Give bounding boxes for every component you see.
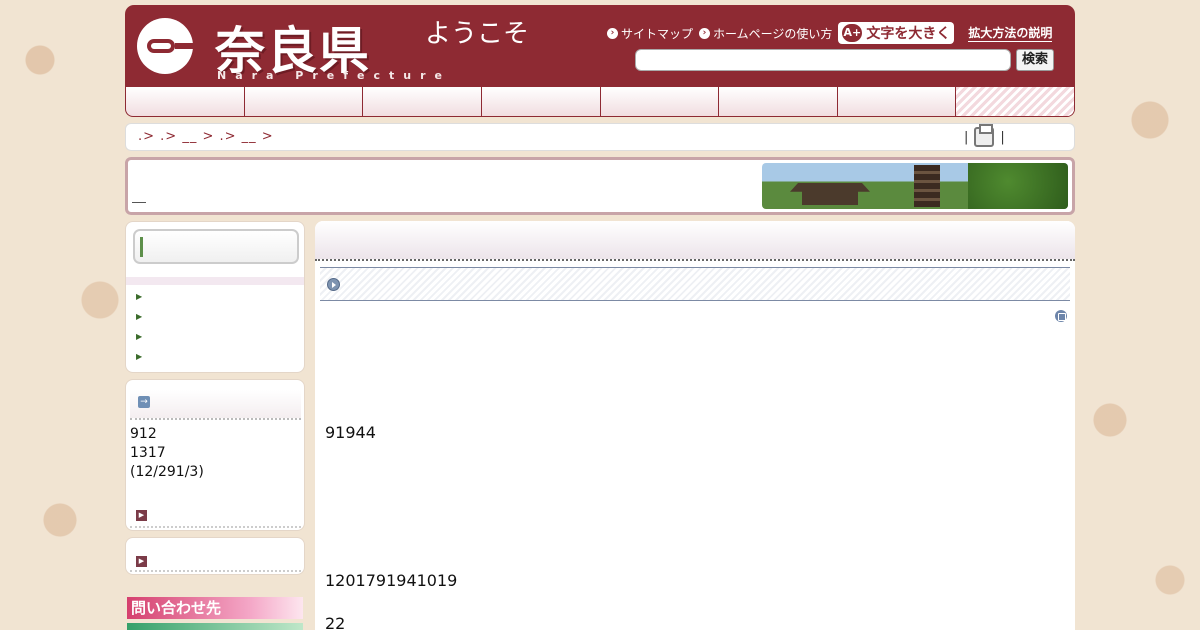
breadcrumb: .> .> __ > .> __ > | | bbox=[125, 123, 1075, 151]
main-content: 91944 1201791941019 22 bbox=[315, 221, 1075, 630]
sidebar-info-box: → 912 1317 (12/291/3) ▶ bbox=[125, 379, 305, 531]
section-header bbox=[320, 267, 1070, 301]
info-box-header: → bbox=[130, 390, 301, 420]
page-wrapper: 奈良県 Nara Prefecture ようこそ › サイトマップ › ホームペ… bbox=[125, 5, 1075, 630]
info-line: (12/291/3) bbox=[130, 464, 204, 480]
enlarge-text-button[interactable]: A+ 文字を大きく bbox=[838, 22, 955, 44]
search-button[interactable]: 検索 bbox=[1016, 49, 1054, 71]
global-nav bbox=[125, 87, 1075, 117]
bullet-triangle-icon: ▶ bbox=[136, 312, 143, 321]
sitemap-link[interactable]: › サイトマップ bbox=[607, 25, 693, 42]
info-box-footer[interactable]: ▶ bbox=[130, 506, 301, 528]
temple-hall-shape bbox=[790, 183, 870, 205]
arrow-circle-icon bbox=[327, 278, 340, 291]
text-enlarge-icon: A+ bbox=[842, 24, 863, 42]
nav-item[interactable] bbox=[245, 87, 364, 116]
separator: | bbox=[1000, 129, 1005, 145]
sidebar-menu-box: ▶ ▶ ▶ ▶ bbox=[125, 221, 305, 373]
bullet-triangle-icon: ▶ bbox=[136, 352, 143, 361]
site-search-input[interactable] bbox=[635, 49, 1011, 71]
play-square-icon: ▶ bbox=[136, 556, 147, 567]
enlarge-text-label: 文字を大きく bbox=[866, 26, 951, 42]
content-paragraph: 1201791941019 bbox=[325, 571, 458, 590]
nav-item[interactable] bbox=[838, 87, 957, 116]
content-title-bar bbox=[315, 221, 1075, 261]
category-banner bbox=[125, 157, 1075, 215]
pagoda-shape bbox=[914, 165, 940, 207]
content-paragraph: 91944 bbox=[325, 423, 376, 442]
nav-item[interactable] bbox=[363, 87, 482, 116]
header-utility-links: › サイトマップ › ホームページの使い方 A+ 文字を大きく 拡大方法の説明 bbox=[607, 22, 1053, 44]
site-header: 奈良県 Nara Prefecture ようこそ › サイトマップ › ホームペ… bbox=[125, 5, 1075, 87]
sidebar-link-box: ▶ bbox=[125, 537, 305, 575]
logo-key-bar bbox=[175, 43, 195, 49]
arrow-right-square-icon: → bbox=[138, 396, 150, 408]
breadcrumb-path[interactable]: .> .> __ > .> __ > bbox=[138, 129, 274, 144]
enlarge-help-link[interactable]: 拡大方法の説明 bbox=[968, 24, 1053, 42]
left-sidebar: ▶ ▶ ▶ ▶ → 912 1317 (12/291/3) ▶ ▶ 問い合わせ先 bbox=[125, 221, 305, 630]
arrow-right-circle-icon: › bbox=[699, 27, 711, 39]
howto-link-label: ホームページの使い方 bbox=[713, 26, 833, 41]
welcome-text: ようこそ bbox=[425, 19, 530, 49]
close-section-icon[interactable] bbox=[1055, 310, 1067, 322]
contact-heading: 問い合わせ先 bbox=[127, 597, 303, 619]
info-line: 912 bbox=[130, 426, 157, 442]
site-logo-subtitle: Nara Prefecture bbox=[217, 69, 451, 82]
nav-item[interactable] bbox=[482, 87, 601, 116]
nav-item[interactable] bbox=[719, 87, 838, 116]
separator: | bbox=[964, 129, 969, 145]
bullet-triangle-icon: ▶ bbox=[136, 292, 143, 301]
nav-item-active[interactable] bbox=[956, 87, 1074, 116]
temple-photo bbox=[762, 163, 1068, 209]
printer-icon[interactable] bbox=[974, 124, 995, 147]
banner-underline bbox=[132, 202, 146, 203]
sidebar-divider bbox=[126, 277, 304, 285]
green-divider-bar bbox=[127, 623, 303, 630]
nav-item[interactable] bbox=[601, 87, 720, 116]
print-area: | | bbox=[964, 124, 1005, 147]
trees-shape bbox=[968, 163, 1068, 209]
howto-link[interactable]: › ホームページの使い方 bbox=[699, 25, 832, 42]
play-square-icon: ▶ bbox=[136, 510, 147, 521]
logo-key-shape bbox=[147, 39, 175, 53]
sidebar-link-row[interactable]: ▶ bbox=[130, 546, 301, 572]
arrow-right-circle-icon: › bbox=[607, 27, 618, 39]
info-lines: 912 1317 (12/291/3) bbox=[130, 425, 204, 482]
bullet-triangle-icon: ▶ bbox=[136, 332, 143, 341]
content-paragraph: 22 bbox=[325, 614, 346, 630]
sitemap-link-label: サイトマップ bbox=[621, 26, 694, 41]
sidebar-search-input[interactable] bbox=[133, 229, 299, 264]
nav-item[interactable] bbox=[126, 87, 245, 116]
info-line: 1317 bbox=[130, 445, 166, 461]
